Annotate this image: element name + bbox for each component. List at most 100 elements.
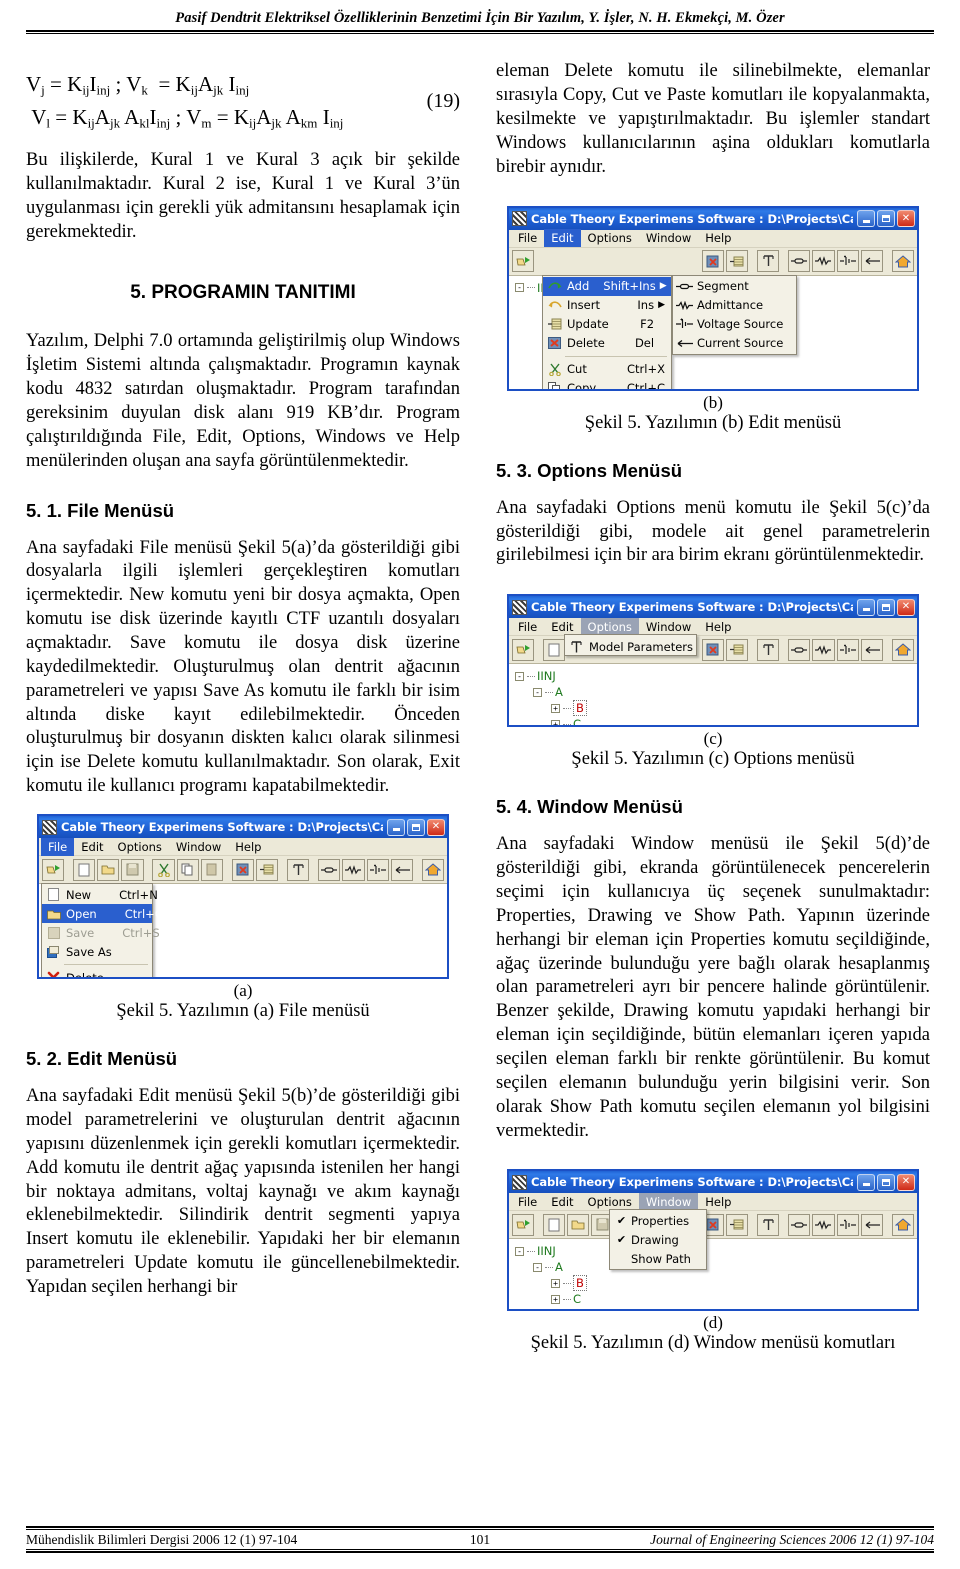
segment-tool-icon[interactable] [318, 858, 341, 881]
add-submenu[interactable]: Segment Admittance Voltage Source Curren… [672, 274, 797, 355]
tree-node[interactable]: + C [515, 716, 917, 726]
open2-tool-icon[interactable] [97, 858, 120, 881]
update-tool-icon[interactable] [256, 858, 279, 881]
maximize-button[interactable] [877, 598, 895, 616]
update-tool-icon[interactable] [726, 250, 749, 273]
new-tool-icon[interactable] [543, 1213, 566, 1236]
tree-node[interactable]: + B [515, 700, 917, 717]
menu-item-new[interactable]: New Ctrl+N [42, 885, 158, 904]
maximize-button[interactable] [407, 818, 425, 836]
menu-help[interactable]: Help [228, 838, 268, 856]
tree-expander[interactable]: - [515, 671, 524, 681]
menu-file[interactable]: File [511, 618, 544, 636]
segment-tool-icon[interactable] [788, 638, 811, 661]
menu-item-cut[interactable]: Cut Ctrl+X [543, 360, 671, 379]
menu-edit[interactable]: Edit [544, 1193, 580, 1211]
delete-tool-icon[interactable] [701, 250, 725, 273]
menu-help[interactable]: Help [698, 618, 738, 636]
tree-expander[interactable]: + [551, 719, 560, 726]
minimize-button[interactable] [857, 1173, 875, 1191]
options-dropdown-menu[interactable]: Model Parameters [564, 634, 697, 657]
menu-window[interactable]: Window [638, 1192, 699, 1211]
menu-item-delete[interactable]: Delete Del ▶ [543, 334, 671, 353]
menu-item-insert[interactable]: Insert Ins ▶ [543, 296, 671, 315]
tree-expander[interactable]: - [515, 283, 524, 293]
menu-file[interactable]: File [41, 837, 75, 856]
paste-tool-icon[interactable] [200, 858, 224, 881]
tree-node[interactable]: + B [515, 1275, 917, 1292]
update-tool-icon[interactable] [726, 638, 749, 661]
segment-tool-icon[interactable] [788, 250, 811, 273]
tree-expander[interactable]: + [551, 1278, 560, 1288]
model-parameters-tool-icon[interactable] [757, 1213, 780, 1236]
home-tool-icon[interactable] [891, 1213, 914, 1236]
menu-item-copy[interactable]: Copy Ctrl+C [543, 379, 671, 389]
admittance-tool-icon[interactable] [342, 858, 365, 881]
save-tool-icon[interactable] [121, 858, 144, 881]
menu-window[interactable]: Window [639, 229, 698, 247]
menu-options[interactable]: Options [111, 838, 169, 856]
menu-item-add[interactable]: Add Shift+Ins ▶ [543, 276, 671, 296]
voltage-source-tool-icon[interactable] [366, 858, 389, 881]
menu-edit[interactable]: Edit [74, 838, 110, 856]
tree-node[interactable]: - A [515, 1259, 917, 1275]
voltage-source-tool-icon[interactable] [836, 250, 859, 273]
home-tool-icon[interactable] [891, 638, 914, 661]
voltage-source-tool-icon[interactable] [836, 1213, 859, 1236]
minimize-button[interactable] [387, 818, 405, 836]
submenu-item-segment[interactable]: Segment [673, 277, 796, 296]
minimize-button[interactable] [857, 210, 875, 228]
tree-node[interactable]: - IINJ [515, 668, 917, 684]
model-parameters-tool-icon[interactable] [757, 638, 780, 661]
menu-help[interactable]: Help [698, 1193, 738, 1211]
close-button[interactable]: ✕ [897, 1173, 915, 1191]
current-source-tool-icon[interactable] [860, 638, 883, 661]
cut-tool-icon[interactable] [152, 858, 175, 881]
menu-edit[interactable]: Edit [544, 618, 580, 636]
update-tool-icon[interactable] [726, 1213, 749, 1236]
voltage-source-tool-icon[interactable] [836, 638, 859, 661]
submenu-item-voltage-source[interactable]: Voltage Source [673, 315, 796, 334]
submenu-item-admittance[interactable]: Admittance [673, 296, 796, 315]
tree-node[interactable]: - IINJ [515, 1243, 917, 1259]
menu-edit[interactable]: Edit [544, 229, 581, 248]
current-source-tool-icon[interactable] [390, 858, 413, 881]
menu-item-save-as[interactable]: Save As [42, 942, 152, 961]
new-tool-icon[interactable] [543, 638, 566, 661]
model-parameters-tool-icon[interactable] [287, 858, 310, 881]
menu-file[interactable]: File [511, 1193, 544, 1211]
open-tool-icon[interactable] [512, 1213, 535, 1236]
maximize-button[interactable] [877, 1173, 895, 1191]
open-tool-icon[interactable] [512, 250, 535, 273]
admittance-tool-icon[interactable] [812, 250, 835, 273]
tree-node[interactable]: - A [515, 684, 917, 700]
menu-help[interactable]: Help [698, 229, 738, 247]
tree-node[interactable]: + C [515, 1291, 917, 1307]
admittance-tool-icon[interactable] [812, 638, 835, 661]
menu-item-show-path[interactable]: Show Path [610, 1249, 706, 1268]
menu-file[interactable]: File [511, 229, 544, 247]
edit-dropdown-menu[interactable]: Add Shift+Ins ▶ Insert Ins ▶ Update F2 D… [542, 274, 672, 389]
close-button[interactable]: ✕ [897, 210, 915, 228]
menu-item-properties[interactable]: ✔ Properties [610, 1211, 706, 1230]
maximize-button[interactable] [877, 210, 895, 228]
menu-window[interactable]: Window [639, 618, 698, 636]
tree-expander[interactable]: + [551, 703, 560, 713]
menu-item-delete[interactable]: Delete [42, 968, 152, 978]
tree-expander[interactable]: - [533, 1262, 542, 1272]
submenu-item-current-source[interactable]: Current Source [673, 334, 796, 353]
menu-options[interactable]: Options [580, 617, 639, 636]
current-source-tool-icon[interactable] [860, 1213, 883, 1236]
copy-tool-icon[interactable] [176, 858, 199, 881]
admittance-tool-icon[interactable] [812, 1213, 835, 1236]
close-button[interactable]: ✕ [897, 598, 915, 616]
menu-item-open[interactable]: Open Ctrl+O [42, 904, 164, 924]
new-tool-icon[interactable] [73, 858, 96, 881]
home-tool-icon[interactable] [891, 250, 914, 273]
close-button[interactable]: ✕ [427, 818, 445, 836]
tree-expander[interactable]: - [533, 687, 542, 697]
file-dropdown-menu[interactable]: New Ctrl+N Open Ctrl+O Save Ctrl+S Save … [41, 883, 164, 978]
menu-item-update[interactable]: Update F2 ▶ [543, 315, 671, 334]
tree-expander[interactable]: - [515, 1246, 524, 1256]
open2-tool-icon[interactable] [567, 1213, 590, 1236]
